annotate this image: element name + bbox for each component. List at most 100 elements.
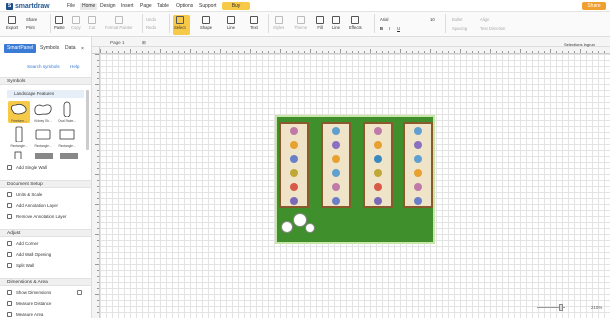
ruler-tick — [190, 49, 191, 53]
ruler-tick — [97, 60, 99, 61]
add-single-wall-item[interactable]: Add Single Wall — [7, 164, 47, 171]
adjust-header[interactable]: Adjust — [0, 229, 91, 237]
ruler-tick — [394, 51, 395, 53]
measure-distance-item[interactable]: Measure Distance — [7, 300, 51, 307]
menu-home[interactable]: Home — [80, 3, 98, 10]
ruler-tick — [97, 120, 99, 121]
paste-button[interactable]: Paste — [54, 16, 65, 30]
add-page-icon[interactable]: ⊞ — [142, 40, 146, 46]
theme-button[interactable]: Theme — [294, 16, 307, 30]
tab-smartpanel[interactable]: SmartPanel — [4, 44, 37, 53]
line-style-button[interactable]: Line — [332, 16, 340, 30]
add-wall-opening-item[interactable]: Add Wall Opening — [7, 251, 51, 258]
menu-design[interactable]: Design — [100, 3, 116, 10]
shape-rectangle-1[interactable]: Rectangle... — [8, 126, 30, 148]
symbols-section-header[interactable]: Symbols — [0, 77, 91, 85]
ruler-tick — [97, 162, 99, 163]
text-button[interactable]: Text — [250, 16, 258, 30]
zoom-slider-thumb[interactable] — [559, 304, 563, 311]
fill-button[interactable]: Fill — [316, 16, 324, 30]
library-dropdown[interactable]: Landscape Features — [7, 90, 84, 98]
search-symbols-link[interactable]: Search symbols — [27, 64, 60, 69]
ruler-tick — [478, 51, 479, 53]
redo-button[interactable]: Redo — [146, 25, 156, 30]
font-select[interactable]: Arial — [380, 17, 388, 22]
copy-button[interactable]: Copy — [71, 16, 81, 30]
shape-kidney[interactable]: Kidney Sh... — [32, 101, 54, 123]
ruler-tick — [214, 51, 215, 53]
spacing-button[interactable]: Spacing — [452, 26, 467, 31]
tab-data[interactable]: Data — [62, 44, 79, 53]
show-dimensions-item[interactable]: Show Dimensions — [7, 289, 51, 296]
menu-page[interactable]: Page — [140, 3, 152, 10]
close-panel-icon[interactable]: × — [81, 46, 84, 52]
bold-button[interactable]: B — [380, 26, 383, 31]
remove-annotation-layer-item[interactable]: Remove Annotation Layer — [7, 213, 67, 220]
tab-symbols[interactable]: Symbols — [37, 44, 62, 53]
buy-button[interactable]: Buy — [222, 2, 250, 10]
italic-button[interactable]: I — [389, 26, 390, 31]
menu-options[interactable]: Options — [176, 3, 193, 10]
split-wall-item[interactable]: Split Wall — [7, 262, 34, 269]
ruler-tick — [112, 51, 113, 53]
horizontal-ruler — [100, 47, 610, 54]
underline-button[interactable]: U — [397, 26, 400, 31]
garden-bed[interactable] — [321, 122, 351, 208]
logo-text: smartdraw — [15, 2, 50, 10]
shape-freeform[interactable]: Freeform... — [8, 101, 30, 123]
bullet-button[interactable]: Bullet — [452, 17, 462, 22]
shape-oval[interactable]: Oval Swim... — [56, 101, 78, 123]
landscape-garden-drawing[interactable] — [275, 115, 435, 244]
plant-icon[interactable] — [281, 221, 293, 233]
styles-button[interactable]: Styles — [273, 16, 284, 30]
share-button[interactable]: Share — [582, 2, 606, 10]
garden-bed[interactable] — [363, 122, 393, 208]
ruler-tick — [97, 168, 99, 169]
help-link[interactable]: Help — [70, 64, 79, 69]
library-scrollbar[interactable] — [86, 90, 89, 150]
cut-button[interactable]: Cut — [88, 16, 96, 30]
line-tool-button[interactable]: Line — [227, 16, 235, 30]
ruler-tick — [97, 186, 99, 187]
garden-bed[interactable] — [279, 122, 309, 208]
ruler-tick — [97, 138, 99, 139]
export-button[interactable]: Export — [6, 16, 18, 30]
zoom-level[interactable]: 210% — [591, 305, 602, 310]
undo-button[interactable]: Undo — [146, 17, 156, 22]
ruler-tick — [334, 51, 335, 53]
select-button[interactable]: Select — [174, 16, 186, 30]
menu-support[interactable]: Support — [199, 3, 217, 10]
share-ribbon-button[interactable]: Share — [26, 17, 37, 22]
shape-button[interactable]: Shape — [200, 16, 212, 30]
rectangle-pool-icon — [59, 129, 75, 140]
ruler-tick — [502, 51, 503, 53]
ruler-tick — [95, 54, 99, 55]
text-direction-button[interactable]: Text Direction — [480, 26, 505, 31]
measure-area-item[interactable]: Measure Area — [7, 311, 43, 318]
shape-rectangle-2[interactable]: Rectangle... — [32, 126, 54, 148]
menu-file[interactable]: File — [67, 3, 75, 10]
dimensions-area-header[interactable]: Dimensions & Area — [0, 278, 91, 286]
ruler-tick — [430, 49, 431, 53]
print-button[interactable]: Print — [26, 25, 35, 30]
garden-bed[interactable] — [403, 122, 433, 208]
units-scale-item[interactable]: Units & Scale — [7, 191, 42, 198]
ruler-tick — [97, 270, 99, 271]
format-painter-button[interactable]: Format Painter — [105, 16, 133, 30]
flower-icon — [332, 183, 340, 191]
show-dimensions-checkbox[interactable] — [77, 290, 82, 295]
document-setup-header[interactable]: Document Setup — [0, 180, 91, 188]
menu-table[interactable]: Table — [157, 3, 169, 10]
font-size-select[interactable]: 10 — [430, 17, 435, 22]
ruler-tick — [574, 51, 575, 53]
effects-button[interactable]: Effects — [349, 16, 362, 30]
page-tab[interactable]: Page 1 — [110, 40, 125, 45]
menu-insert[interactable]: Insert — [121, 3, 134, 10]
plant-icon[interactable] — [305, 223, 315, 233]
add-annotation-layer-item[interactable]: Add Annotation Layer — [7, 202, 58, 209]
ruler-tick — [442, 51, 443, 53]
align-button[interactable]: Align — [480, 17, 489, 22]
add-corner-item[interactable]: Add Corner — [7, 240, 38, 247]
shape-rectangle-3[interactable]: Rectangle... — [56, 126, 78, 148]
ruler-tick — [95, 264, 99, 265]
